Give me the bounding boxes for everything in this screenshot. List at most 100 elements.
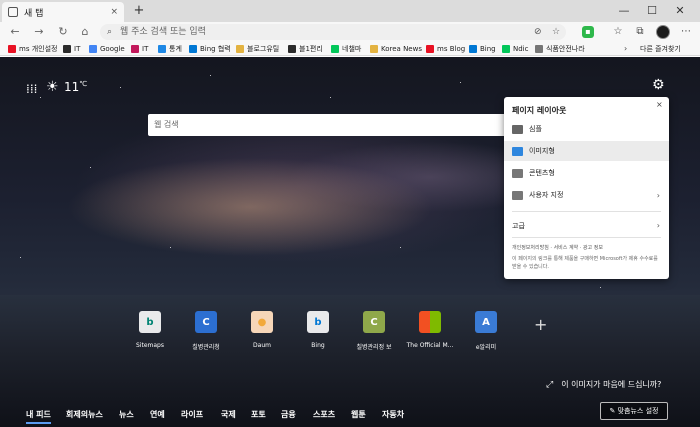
bookmark-favicon-icon (370, 45, 378, 53)
favorites-icon[interactable]: ☆ (610, 24, 626, 40)
back-button[interactable]: ← (6, 24, 24, 40)
bookmark-favicon-icon (63, 45, 71, 53)
panel-divider (512, 211, 661, 212)
bookmark-item[interactable]: 블1편리 (288, 42, 323, 56)
bookmark-item[interactable]: ms Blog (426, 42, 465, 56)
image-layout-icon (512, 146, 523, 156)
minimize-button[interactable]: — (610, 0, 638, 22)
home-button[interactable]: ⌂ (76, 24, 94, 40)
address-input[interactable]: 웹 주소 검색 또는 입력 (120, 24, 206, 40)
bookmark-favicon-icon (331, 45, 339, 53)
feed-tab[interactable]: 포토 (251, 409, 266, 420)
feed-tab[interactable]: 금융 (281, 409, 296, 420)
temperature[interactable]: 11℃ (64, 80, 87, 94)
bookmark-item[interactable]: Korea News (370, 42, 422, 56)
bookmark-favicon-icon (288, 45, 296, 53)
feed-tab[interactable]: 회제의뉴스 (66, 409, 103, 420)
refresh-button[interactable]: ↻ (54, 24, 72, 40)
bookmark-item[interactable]: Google (89, 42, 125, 56)
gear-icon[interactable]: ⚙ (652, 77, 665, 93)
more-menu-icon[interactable]: ⋯ (678, 24, 694, 40)
quick-link-tile[interactable]: A e알리미 (456, 311, 516, 351)
bookmark-item[interactable]: Ndic (502, 42, 528, 56)
web-search-box[interactable]: 웹 검색 (148, 114, 506, 136)
apps-grid-icon[interactable]: ⁞⁞⁞ (26, 82, 37, 96)
bookmarks-overflow-icon[interactable]: › (624, 42, 627, 56)
quick-link-tile[interactable]: ■ The Official M... (400, 311, 460, 349)
panel-title: 페이지 레이아웃 (512, 106, 567, 115)
quick-link-tile[interactable]: ● Daum (232, 311, 292, 349)
bookmark-favicon-icon (535, 45, 543, 53)
tab-close-icon[interactable]: × (110, 7, 118, 17)
bookmark-favicon-icon (502, 45, 510, 53)
bookmark-item[interactable]: 식품안전나라 (535, 42, 585, 56)
feed-tab[interactable]: 내 피드 (26, 409, 51, 424)
maximize-button[interactable]: ☐ (638, 0, 666, 22)
news-settings-button[interactable]: ✎ 맞춤뉴스 설정 (600, 402, 668, 420)
quick-link-tile[interactable]: b Sitemaps (120, 311, 180, 349)
new-tab-page-icon (8, 7, 18, 17)
quick-link-tile[interactable]: C 칠병관리청 (176, 311, 236, 351)
feed-tab[interactable]: 국제 (221, 409, 236, 420)
feed-tab[interactable]: 자동차 (382, 409, 404, 420)
custom-layout-icon (512, 190, 523, 200)
profile-avatar[interactable] (656, 25, 670, 39)
feed-tab[interactable]: 스포츠 (313, 409, 335, 420)
microsoft-logo-icon: ■ (419, 311, 441, 333)
feed-tab[interactable]: 웹툰 (351, 409, 366, 420)
quick-link-tile[interactable]: b Bing (288, 311, 348, 349)
bing-icon: b (139, 311, 161, 333)
bookmark-favicon-icon (131, 45, 139, 53)
layout-option-content[interactable]: 콘텐츠형 (504, 163, 669, 183)
bookmark-item[interactable]: IT (63, 42, 80, 56)
bookmarks-bar: ms 개인설정 IT Google IT 통계 Bing 협력 블로그유틸 블1… (0, 42, 700, 56)
forward-button[interactable]: → (30, 24, 48, 40)
search-icon: ⌕ (107, 27, 113, 37)
feed-tab[interactable]: 뉴스 (119, 409, 134, 420)
advanced-settings-item[interactable]: 고급 (512, 221, 525, 231)
favorite-star-icon[interactable]: ☆ (552, 24, 560, 40)
bookmark-item[interactable]: ms 개인설정 (8, 42, 57, 56)
close-window-button[interactable]: ✕ (666, 0, 694, 22)
extension-icon[interactable]: ▪ (582, 26, 594, 38)
layout-option-custom[interactable]: 사용자 지정 › (504, 185, 669, 205)
tab-new-tab[interactable]: 새 탭 × (2, 2, 124, 22)
content-layout-icon (512, 168, 523, 178)
bookmark-item[interactable]: 네챌마 (331, 42, 361, 56)
image-feedback-link[interactable]: ⤢ 이 이미지가 마음에 드십니까? (546, 379, 661, 390)
quick-link-tile[interactable]: C 칠병관리정 보 (344, 311, 404, 351)
bookmark-item[interactable]: 통계 (158, 42, 182, 56)
address-bar[interactable]: ⌕ 웹 주소 검색 또는 입력 ⊘ ☆ (100, 24, 566, 40)
bookmark-favicon-icon (8, 45, 16, 53)
bookmark-item[interactable]: Bing 협력 (189, 42, 231, 56)
e-alimi-icon: A (475, 311, 497, 333)
bookmark-item[interactable]: Bing (469, 42, 496, 56)
bookmark-item[interactable]: IT (131, 42, 148, 56)
search-input[interactable]: 웹 검색 (154, 114, 179, 136)
navigation-bar: ← → ↻ ⌂ ⌕ 웹 주소 검색 또는 입력 ⊘ ☆ ▪ ☆ ⧉ ⋯ (0, 22, 700, 42)
bing-icon: b (307, 311, 329, 333)
panel-policy-links[interactable]: 개인정보처리방침 · 서비스 계약 · 광고 정보 (512, 244, 603, 251)
site-c-icon: C (195, 311, 217, 333)
new-tab-page: ⁞⁞⁞ ☀ 11℃ ⚙ 웹 검색 b Sitemaps C 칠병관리청 ● Da… (0, 57, 700, 427)
daum-icon: ● (251, 311, 273, 333)
feed-tab[interactable]: 연예 (150, 409, 165, 420)
other-favorites-folder[interactable]: 다른 즐겨찾기 (640, 42, 681, 56)
tab-strip: 새 탭 × + — ☐ ✕ (0, 0, 700, 22)
tracking-prevention-icon[interactable]: ⊘ (534, 24, 542, 40)
bookmark-favicon-icon (469, 45, 477, 53)
chevron-right-icon: › (656, 221, 660, 230)
bookmark-favicon-icon (158, 45, 166, 53)
bookmark-item[interactable]: 블로그유틸 (236, 42, 279, 56)
layout-option-simple[interactable]: 심플 (504, 119, 669, 139)
feed-tab[interactable]: 라이프 (181, 409, 203, 420)
tab-title: 새 탭 (24, 8, 44, 19)
panel-affiliate-note: 이 페이지의 링크를 통해 제품을 구매하면 Microsoft가 제휴 수수료… (512, 256, 658, 270)
add-quick-link-button[interactable]: + (534, 315, 547, 334)
new-tab-button[interactable]: + (131, 3, 147, 19)
layout-option-image[interactable]: 이미지형 (504, 141, 669, 161)
bookmark-favicon-icon (426, 45, 434, 53)
collections-icon[interactable]: ⧉ (632, 24, 648, 40)
close-icon[interactable]: × (656, 100, 663, 109)
panel-divider (512, 237, 661, 238)
